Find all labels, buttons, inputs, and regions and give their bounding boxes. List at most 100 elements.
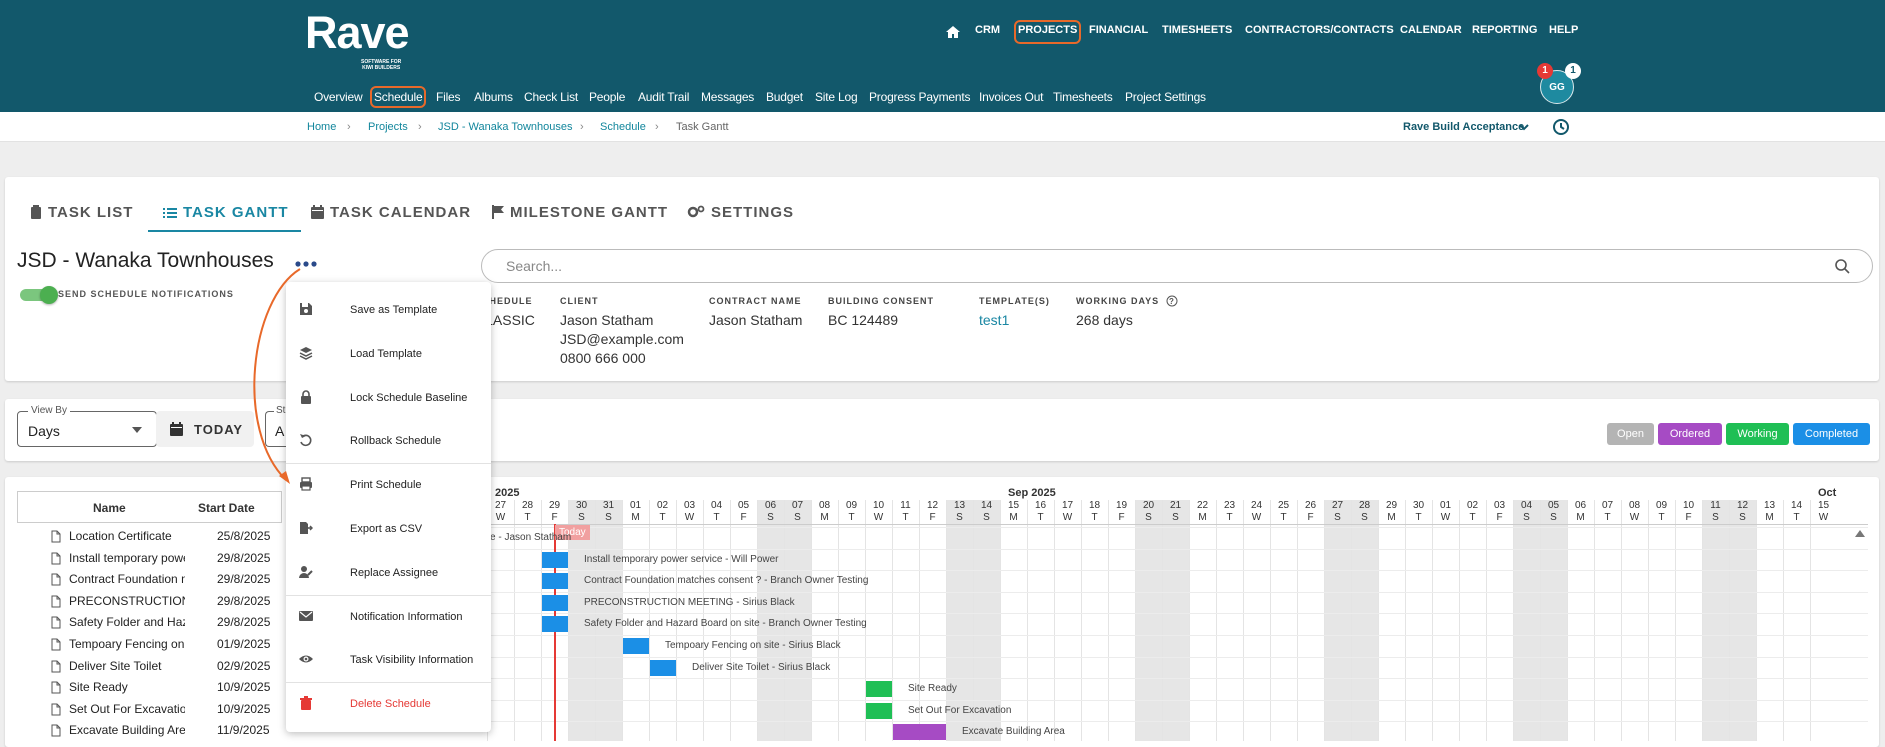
tab-settings[interactable]: SETTINGS <box>687 204 794 221</box>
subnav-project-settings[interactable]: Project Settings <box>1125 90 1206 104</box>
export-icon <box>300 522 313 534</box>
subnav-files[interactable]: Files <box>436 90 461 104</box>
chevron-down-icon[interactable] <box>1519 124 1529 131</box>
subnav-albums[interactable]: Albums <box>474 90 513 104</box>
task-bar[interactable] <box>542 594 568 611</box>
search-input[interactable]: Search... <box>506 258 562 274</box>
nav-calendar[interactable]: CALENDAR <box>1400 24 1462 40</box>
subnav-progress-payments[interactable]: Progress Payments <box>869 90 971 104</box>
menu-item-task-visibility-information[interactable]: Task Visibility Information <box>286 640 491 680</box>
tab-task-gantt[interactable]: TASK GANTT <box>163 204 289 221</box>
home-icon[interactable] <box>945 24 961 40</box>
menu-item-lock-schedule-baseline[interactable]: Lock Schedule Baseline <box>286 378 491 418</box>
task-bar[interactable] <box>866 681 892 698</box>
task-bar[interactable] <box>893 724 946 741</box>
table-row[interactable]: PRECONSTRUCTION M 29/8/2025 <box>17 591 282 613</box>
tab-task-calendar[interactable]: TASK CALENDAR <box>311 204 471 221</box>
menu-item-print-schedule[interactable]: Print Schedule <box>286 465 491 505</box>
table-row[interactable]: Install temporary power s 29/8/2025 <box>17 548 282 570</box>
scroll-up-arrow[interactable] <box>1855 530 1865 537</box>
table-row[interactable]: Excavate Building Area 11/9/2025 <box>17 720 282 742</box>
nav-projects[interactable]: PROJECTS <box>1013 20 1082 44</box>
nav-reporting[interactable]: REPORTING <box>1472 24 1537 40</box>
subnav-overview[interactable]: Overview <box>314 90 363 104</box>
list-icon <box>163 208 177 218</box>
nav-help[interactable]: HELP <box>1549 24 1578 40</box>
view-by-select[interactable]: View By Days <box>17 405 157 447</box>
day-label: 27 S <box>1331 500 1344 523</box>
task-bar[interactable] <box>542 551 568 568</box>
day-column <box>1459 500 1486 741</box>
subnav-site-log[interactable]: Site Log <box>815 90 858 104</box>
cogs-icon <box>687 205 705 218</box>
today-button[interactable]: TODAY <box>156 411 254 447</box>
history-icon[interactable] <box>1552 118 1570 136</box>
table-row[interactable]: Location Certificate 25/8/2025 <box>17 526 282 548</box>
more-options-icon[interactable] <box>295 261 317 267</box>
rave-logo[interactable]: Rave SOFTWARE FOR KIWI BUILDERS <box>305 8 410 72</box>
day-label: 08 W <box>1628 500 1641 523</box>
day-label: 11 T <box>900 500 911 523</box>
day-label: 14 S <box>980 500 993 523</box>
day-column <box>1783 500 1810 741</box>
search-icon[interactable] <box>1835 259 1850 274</box>
table-row[interactable]: Tempoary Fencing on site 01/9/2025 <box>17 634 282 656</box>
menu-item-export-as-csv[interactable]: Export as CSV <box>286 509 491 549</box>
breadcrumb-projects[interactable]: Projects <box>368 121 408 133</box>
day-column <box>1189 500 1216 741</box>
menu-item-rollback-schedule[interactable]: Rollback Schedule <box>286 421 491 461</box>
template-link[interactable]: test1 <box>979 311 1050 330</box>
menu-item-notification-information[interactable]: Notification Information <box>286 597 491 637</box>
day-column <box>1405 500 1432 741</box>
org-selector[interactable]: Rave Build Acceptance <box>1403 121 1524 133</box>
column-name-header[interactable]: Name <box>93 501 126 515</box>
table-row[interactable]: Contract Foundation mate 29/8/2025 <box>17 569 282 591</box>
breadcrumb-schedule[interactable]: Schedule <box>600 121 646 133</box>
task-bar[interactable] <box>623 638 649 654</box>
help-icon[interactable]: ? <box>1166 295 1178 307</box>
day-label: 30 T <box>1412 500 1425 523</box>
subnav-budget[interactable]: Budget <box>766 90 803 104</box>
task-bar[interactable] <box>542 616 568 633</box>
table-row[interactable]: Deliver Site Toilet 02/9/2025 <box>17 656 282 678</box>
notification-toggle[interactable] <box>20 286 58 304</box>
menu-item-save-as-template[interactable]: Save as Template <box>286 290 491 330</box>
task-bar[interactable] <box>650 659 676 676</box>
subnav-people[interactable]: People <box>589 90 625 104</box>
column-start-header[interactable]: Start Date <box>198 501 255 515</box>
tab-task-list[interactable]: TASK LIST <box>30 204 133 221</box>
menu-item-label: Notification Information <box>350 610 463 623</box>
table-row[interactable]: Set Out For Excavation 10/9/2025 <box>17 699 282 721</box>
timeline-header-divider <box>487 524 1868 525</box>
menu-item-delete-schedule[interactable]: Delete Schedule <box>286 684 491 724</box>
nav-crm[interactable]: CRM <box>975 24 1000 40</box>
row-line <box>487 656 1868 658</box>
task-name: Excavate Building Area <box>69 723 185 738</box>
task-bar-label: Deliver Site Toilet - Sirius Black <box>692 661 831 673</box>
menu-item-label: Task Visibility Information <box>350 654 474 667</box>
breadcrumb-home[interactable]: Home <box>307 121 336 133</box>
task-bar[interactable] <box>542 573 568 590</box>
menu-item-load-template[interactable]: Load Template <box>286 334 491 374</box>
subnav-messages[interactable]: Messages <box>701 90 754 104</box>
subnav-timesheets[interactable]: Timesheets <box>1053 90 1113 104</box>
day-label: 29 F <box>548 500 561 523</box>
tab-milestone-gantt[interactable]: MILESTONE GANTT <box>492 204 668 221</box>
legend-working: Working <box>1726 423 1789 445</box>
nav-timesheets[interactable]: TIMESHEETS <box>1162 24 1232 40</box>
menu-item-replace-assignee[interactable]: Replace Assignee <box>286 553 491 593</box>
subnav-invoices-out[interactable]: Invoices Out <box>979 90 1044 104</box>
breadcrumb-project[interactable]: JSD - Wanaka Townhouses <box>438 121 573 133</box>
nav-contractors[interactable]: CONTRACTORS/CONTACTS <box>1245 24 1394 40</box>
task-name: Contract Foundation mate <box>69 572 185 587</box>
task-name: Safety Folder and Hazarc <box>69 615 185 630</box>
task-bar[interactable] <box>866 702 892 719</box>
nav-financial[interactable]: FINANCIAL <box>1089 24 1148 40</box>
day-label: 02 T <box>1466 500 1479 523</box>
table-row[interactable]: Site Ready 10/9/2025 <box>17 677 282 699</box>
subnav-schedule[interactable]: Schedule <box>369 86 427 108</box>
subnav-checklist[interactable]: Check List <box>524 90 578 104</box>
search-bar[interactable]: Search... <box>481 249 1873 283</box>
subnav-audit-trail[interactable]: Audit Trail <box>638 90 689 104</box>
table-row[interactable]: Safety Folder and Hazarc 29/8/2025 <box>17 612 282 634</box>
